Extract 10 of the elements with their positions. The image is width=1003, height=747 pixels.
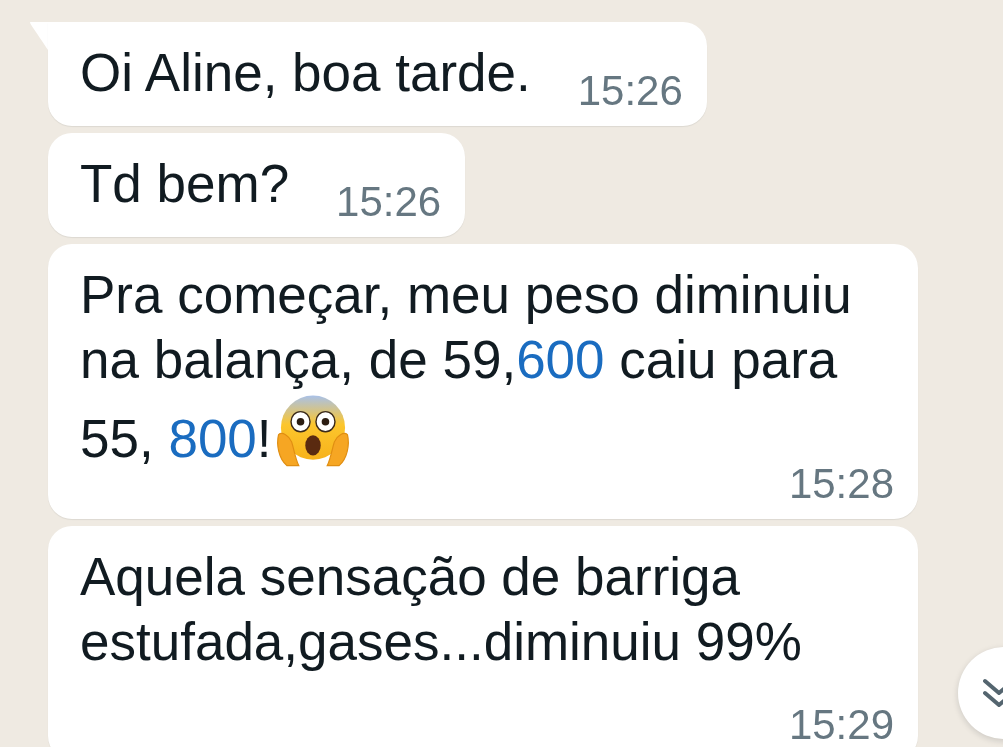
message-text: Aquela sensação de barriga estufada,gases...diminuiu 99%	[80, 547, 802, 671]
number-link[interactable]: 800	[168, 409, 257, 468]
message-time: 15:28	[788, 469, 894, 499]
message-time: 15:26	[336, 187, 442, 217]
number-link[interactable]: 600	[516, 330, 605, 389]
message-text: Oi Aline, boa tarde.	[80, 43, 531, 102]
message-text: Pra começar, meu peso diminuiu na balança, de 59,600 caiu para 55, 800!	[80, 265, 852, 468]
message-time: 15:29	[788, 710, 894, 740]
message-time: 15:26	[577, 76, 683, 106]
message-text: Td bem?	[80, 154, 290, 213]
